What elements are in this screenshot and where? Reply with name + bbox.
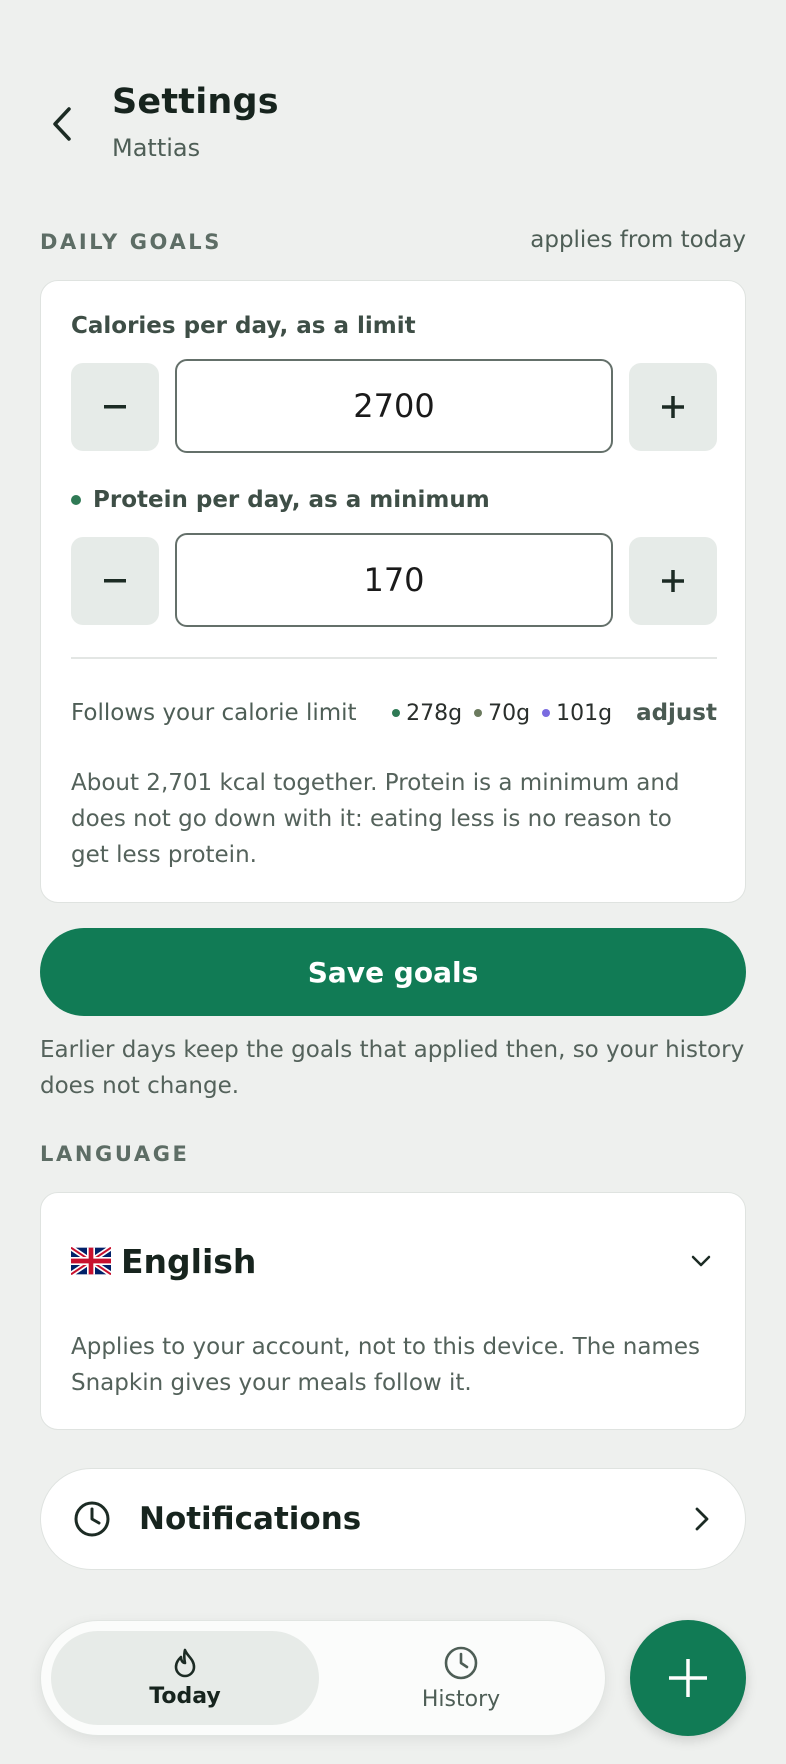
protein-label-row: Protein per day, as a minimum xyxy=(71,487,490,513)
other-dot xyxy=(542,709,551,717)
macro-summary-row: Follows your calorie limit 278g 70g 101g… xyxy=(71,693,717,733)
adjust-link[interactable]: adjust xyxy=(636,700,717,726)
nav-today-label: Today xyxy=(149,1683,221,1709)
plus-icon xyxy=(662,396,684,418)
fat-value: 70g xyxy=(488,700,531,726)
flame-icon xyxy=(174,1648,196,1677)
goals-description: About 2,701 kcal together. Protein is a … xyxy=(71,770,680,868)
daily-goals-note: applies from today xyxy=(530,227,746,253)
calories-input[interactable] xyxy=(175,359,613,453)
minus-icon xyxy=(104,405,126,409)
daily-goals-section-label: DAILY GOALS xyxy=(40,230,223,254)
language-description: Applies to your account, not to this dev… xyxy=(71,1334,700,1396)
protein-increase-button[interactable] xyxy=(629,537,717,625)
chevron-down-icon xyxy=(691,1255,711,1267)
protein-label: Protein per day, as a minimum xyxy=(93,487,490,513)
back-button[interactable] xyxy=(40,98,84,150)
carbs-dot xyxy=(392,709,401,717)
macro-carbs: 278g xyxy=(392,701,462,726)
minus-icon xyxy=(104,579,126,583)
protein-decrease-button[interactable] xyxy=(71,537,159,625)
macro-summary-label: Follows your calorie limit xyxy=(71,700,357,726)
language-selected-value: English xyxy=(121,1241,257,1281)
nav-today[interactable]: Today xyxy=(51,1631,319,1725)
macro-other: 101g xyxy=(542,701,612,726)
calories-increase-button[interactable] xyxy=(629,363,717,451)
notifications-row[interactable]: Notifications xyxy=(40,1468,746,1570)
chevron-left-icon xyxy=(53,107,71,141)
save-note: Earlier days keep the goals that applied… xyxy=(40,1037,745,1099)
macro-fat: 70g xyxy=(474,701,530,726)
add-meal-button[interactable] xyxy=(630,1620,746,1736)
card-divider xyxy=(71,657,717,659)
nav-history-label: History xyxy=(421,1686,501,1712)
clock-icon xyxy=(444,1646,478,1679)
language-section-label: LANGUAGE xyxy=(40,1142,190,1166)
uk-flag-icon xyxy=(71,1247,111,1275)
calories-label: Calories per day, as a limit xyxy=(71,313,416,339)
page-subtitle: Mattias xyxy=(112,134,201,162)
nav-history[interactable]: History xyxy=(327,1631,595,1725)
daily-goals-card: Calories per day, as a limit Protein per… xyxy=(40,280,746,903)
calories-decrease-button[interactable] xyxy=(71,363,159,451)
plus-icon xyxy=(662,570,684,592)
protein-dot xyxy=(71,495,81,505)
language-select[interactable]: English xyxy=(71,1237,717,1285)
chevron-right-icon xyxy=(695,1507,709,1531)
notifications-label: Notifications xyxy=(139,1501,362,1537)
plus-icon xyxy=(669,1659,707,1697)
clock-icon xyxy=(74,1501,110,1537)
language-card: English Applies to your account, not to … xyxy=(40,1192,746,1430)
page-title: Settings xyxy=(112,82,279,122)
bottom-nav: Today History xyxy=(40,1620,606,1736)
carbs-value: 278g xyxy=(406,700,463,726)
save-goals-button[interactable]: Save goals xyxy=(40,928,746,1016)
protein-input[interactable] xyxy=(175,533,613,627)
fat-dot xyxy=(474,709,483,717)
other-value: 101g xyxy=(556,700,613,726)
